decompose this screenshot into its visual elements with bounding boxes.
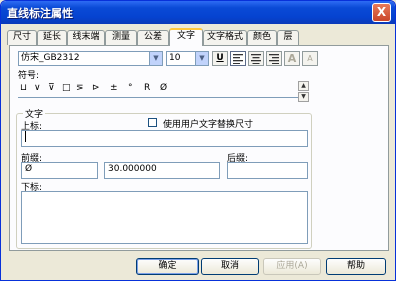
dimension-value-field[interactable]: 30.000000	[104, 162, 220, 179]
prefix-value: Ø	[25, 164, 33, 174]
apply-button[interactable]: 应用(A)	[263, 258, 321, 275]
align-center-button[interactable]	[248, 51, 264, 66]
tab-label: 测量	[111, 32, 130, 42]
align-left-icon	[233, 54, 243, 64]
chevron-down-icon: ▼	[301, 93, 306, 100]
font-name-value: 仿宋_GB2312	[21, 53, 80, 63]
scroll-down-button[interactable]: ▼	[298, 92, 309, 102]
dimension-value: 30.000000	[108, 164, 157, 174]
grow-font-button[interactable]: A	[284, 51, 300, 66]
ok-button[interactable]: 确定	[136, 258, 199, 275]
symbol-diameter[interactable]: Ø	[160, 83, 167, 93]
symbol-square[interactable]: □	[62, 83, 71, 93]
symbol-plus-minus[interactable]: ±	[110, 83, 118, 93]
symbol-palette: ⊔ ∨ ⊽ □ ⋝ ⊳ ± ° R Ø	[18, 80, 299, 98]
override-text-checkbox[interactable]	[148, 118, 157, 127]
symbol-counterbore[interactable]: ⊔	[20, 83, 27, 93]
window-title: 直线标注属性	[7, 7, 73, 20]
dialog-window: 直线标注属性 X 尺寸 延长 线末端 测量 公差 文字 文字格式 颜色 层 仿宋…	[0, 0, 396, 281]
tab-label: 文字	[176, 31, 195, 41]
tab-label: 文字格式	[206, 32, 243, 42]
apply-label: 应用(A)	[276, 261, 308, 271]
scroll-up-button[interactable]: ▲	[298, 81, 309, 91]
tab-label: 层	[283, 32, 293, 42]
text-cursor	[25, 131, 26, 142]
prefix-input[interactable]: Ø	[21, 162, 98, 179]
shrink-font-button[interactable]: A	[302, 51, 318, 66]
tab-tolerance[interactable]: 公差	[137, 30, 169, 45]
tab-layer[interactable]: 层	[277, 30, 299, 45]
chevron-down-icon[interactable]: ▼	[195, 52, 208, 65]
chevron-up-icon: ▲	[301, 82, 306, 89]
suffix-input[interactable]	[227, 162, 308, 179]
font-size-value: 10	[169, 53, 181, 63]
symbol-radius[interactable]: R	[144, 83, 150, 93]
symbol-taper[interactable]: ⊳	[92, 83, 100, 93]
font-size-select[interactable]: 10 ▼	[166, 51, 209, 66]
ok-label: 确定	[158, 261, 177, 271]
close-icon: X	[376, 5, 387, 19]
align-right-icon	[269, 54, 279, 64]
cancel-button[interactable]: 取消	[201, 258, 259, 275]
text-groupbox: 文字 上标: 使用用户文字替换尺寸 前缀: 后缀: Ø 30.000000 下标…	[16, 107, 312, 249]
tab-text-format[interactable]: 文字格式	[203, 30, 247, 45]
title-bar[interactable]: 直线标注属性 X	[1, 1, 395, 24]
symbol-slope[interactable]: ⋝	[76, 83, 84, 93]
tab-strip: 尺寸 延长 线末端 测量 公差 文字 文字格式 颜色 层	[1, 28, 395, 46]
close-button[interactable]: X	[372, 3, 391, 22]
subscript-input[interactable]	[21, 191, 308, 244]
override-text-label[interactable]: 使用用户文字替换尺寸	[163, 117, 253, 130]
superscript-input[interactable]	[21, 130, 308, 147]
font-name-select[interactable]: 仿宋_GB2312 ▼	[18, 51, 163, 66]
font-shrink-icon: A	[307, 54, 313, 63]
tab-color[interactable]: 颜色	[247, 30, 277, 45]
help-label: 帮助	[346, 261, 365, 271]
align-center-icon	[251, 54, 261, 64]
tab-size[interactable]: 尺寸	[7, 30, 37, 45]
symbol-countersink[interactable]: ∨	[34, 83, 41, 93]
help-button[interactable]: 帮助	[326, 258, 386, 275]
tab-line-end[interactable]: 线末端	[67, 30, 105, 45]
tab-label: 公差	[143, 32, 162, 42]
tab-extension[interactable]: 延长	[37, 30, 67, 45]
underline-button[interactable]: U	[212, 51, 228, 66]
chevron-down-icon[interactable]: ▼	[149, 52, 162, 65]
symbol-depth[interactable]: ⊽	[48, 83, 55, 93]
align-left-button[interactable]	[230, 51, 246, 66]
underline-icon: U	[216, 53, 224, 63]
tab-label: 尺寸	[12, 32, 31, 42]
tab-measure[interactable]: 测量	[105, 30, 137, 45]
cancel-label: 取消	[220, 261, 239, 271]
tab-label: 线末端	[72, 32, 100, 42]
tab-label: 颜色	[252, 32, 271, 42]
symbol-degree[interactable]: °	[128, 83, 133, 93]
tab-text[interactable]: 文字	[169, 28, 203, 46]
tab-label: 延长	[42, 32, 61, 42]
align-right-button[interactable]	[266, 51, 282, 66]
tab-panel-text: 仿宋_GB2312 ▼ 10 ▼ U A A 符号: ⊔ ∨ ⊽ □ ⋝ ⊳ ±…	[9, 45, 389, 251]
font-grow-icon: A	[287, 52, 297, 65]
